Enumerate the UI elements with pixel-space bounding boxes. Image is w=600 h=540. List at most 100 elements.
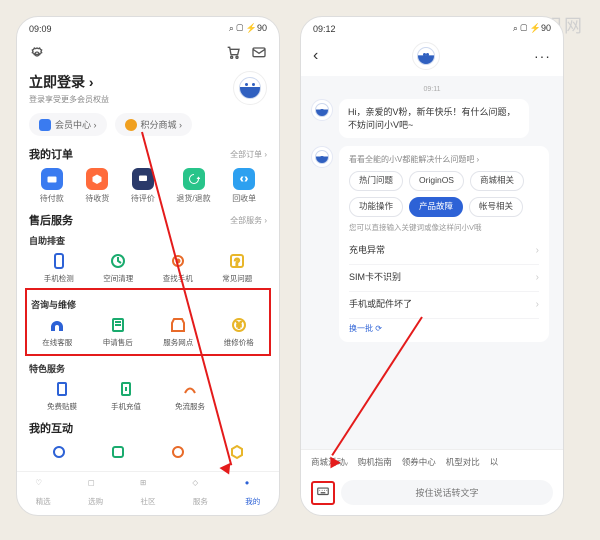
- svc-detect[interactable]: 手机检测: [34, 251, 84, 284]
- card-row: 看看全能的小V都能解决什么问题吧 › 热门问题 OriginOS 商城相关 功能…: [311, 146, 553, 350]
- keyboard-icon: [316, 484, 330, 501]
- chevron-right-icon: ›: [536, 244, 539, 258]
- phone-check-icon: [49, 251, 69, 271]
- svc-film[interactable]: 免费贴膜: [37, 379, 87, 412]
- msg-avatar: [311, 146, 333, 168]
- pill-points[interactable]: 积分商城 ›: [115, 113, 193, 136]
- svc-faq[interactable]: ?常见问题: [212, 251, 262, 284]
- hex-icon: [227, 442, 247, 462]
- chat-icon: [132, 168, 154, 190]
- highlight-consult-repair: 咨询与维修 在线客服 申请售后 服务网点 ¥维修价格: [25, 288, 271, 356]
- bot-avatar: [412, 42, 440, 70]
- heart-icon: ♡: [35, 478, 51, 494]
- int-4[interactable]: [212, 442, 262, 462]
- nav-community[interactable]: ⊞社区: [140, 478, 156, 507]
- chip-account[interactable]: 帐号相关: [469, 197, 523, 217]
- price-icon: ¥: [229, 315, 249, 335]
- chip-fault[interactable]: 产品故障: [409, 197, 463, 217]
- locate-icon: [168, 251, 188, 271]
- bottom-nav: ♡精选 ▢选购 ⊞社区 ◇服务 ●我的: [17, 471, 279, 515]
- nav-featured[interactable]: ♡精选: [35, 478, 51, 507]
- keyboard-button[interactable]: [311, 481, 335, 505]
- back-icon[interactable]: ‹: [313, 47, 318, 65]
- status-right: ⌕ ▢ ⚡90: [513, 23, 551, 34]
- chip-hot[interactable]: 热门问题: [349, 171, 403, 191]
- group1-title: 自助排查: [29, 234, 267, 247]
- chip-mall[interactable]: 商城相关: [470, 171, 524, 191]
- order-pay[interactable]: 待付款: [40, 168, 64, 204]
- headset-icon: [47, 315, 67, 335]
- nav-mine[interactable]: ●我的: [245, 478, 261, 507]
- status-bar: 09:09 ⌕ ▢ ⚡90: [17, 17, 279, 40]
- svc-topup[interactable]: 手机充值: [101, 379, 151, 412]
- store-icon: [168, 315, 188, 335]
- status-time: 09:12: [313, 24, 336, 34]
- more-icon[interactable]: ···: [534, 48, 551, 64]
- int-1[interactable]: [34, 442, 84, 462]
- int-3[interactable]: [153, 442, 203, 462]
- faq-charging[interactable]: 充电异常›: [349, 238, 539, 265]
- message-icon[interactable]: [251, 44, 267, 63]
- faq-refresh[interactable]: 换一批 ⟳: [349, 323, 539, 334]
- nav-service[interactable]: ◇服务: [192, 478, 208, 507]
- status-time: 09:09: [29, 24, 52, 34]
- chat-body: 09:11 Hi，亲爱的V粉，新年快乐！有什么问题，不妨问问小V吧~ 看看全能的…: [301, 76, 563, 449]
- bag-icon: ▢: [88, 478, 104, 494]
- svc-data[interactable]: 免流服务: [165, 379, 215, 412]
- aftersale-all-link[interactable]: 全部服务 ›: [230, 215, 267, 226]
- group3-title: 特色服务: [29, 362, 267, 375]
- faq-sim[interactable]: SIM卡不识别›: [349, 265, 539, 292]
- badge-icon: [108, 442, 128, 462]
- quick-trade[interactable]: 以: [490, 456, 499, 468]
- chip-originos[interactable]: OriginOS: [409, 171, 464, 191]
- svc-online-support[interactable]: 在线客服: [32, 315, 82, 348]
- chip-function[interactable]: 功能操作: [349, 197, 403, 217]
- film-icon: [52, 379, 72, 399]
- int-2[interactable]: [93, 442, 143, 462]
- order-review[interactable]: 待评价: [131, 168, 155, 204]
- shield-icon: ◇: [192, 478, 208, 494]
- msg-avatar: [311, 99, 333, 121]
- star-icon: [49, 442, 69, 462]
- voice-button[interactable]: 按住说话转文字: [341, 480, 553, 505]
- topup-icon: [116, 379, 136, 399]
- order-ship[interactable]: 待收货: [85, 168, 109, 204]
- quick-guide[interactable]: 购机指南: [358, 456, 392, 468]
- nav-shop[interactable]: ▢选购: [88, 478, 104, 507]
- quick-compare[interactable]: 机型对比: [446, 456, 480, 468]
- card-heading[interactable]: 看看全能的小V都能解决什么问题吧 ›: [349, 154, 539, 165]
- aftersale-title: 售后服务: [29, 212, 73, 228]
- box-icon: [86, 168, 108, 190]
- input-row: 按住说话转文字: [301, 474, 563, 515]
- svc-price[interactable]: ¥维修价格: [214, 315, 264, 348]
- login-row[interactable]: 立即登录 › 登录享受更多会员权益: [29, 71, 267, 105]
- svc-store[interactable]: 服务网点: [153, 315, 203, 348]
- interact-title: 我的互动: [29, 420, 73, 436]
- message-row: Hi，亲爱的V粉，新年快乐！有什么问题，不妨问问小V吧~: [311, 99, 553, 138]
- settings-icon[interactable]: [29, 46, 45, 62]
- pill-member[interactable]: 会员中心 ›: [29, 113, 107, 136]
- svc-clean[interactable]: 空间清理: [93, 251, 143, 284]
- chip-row: 热门问题 OriginOS 商城相关 功能操作 产品故障 帐号相关: [349, 171, 539, 217]
- faq-hint: 您可以直接输入关键词或像这样问小V哦: [349, 223, 539, 234]
- profile-content: 立即登录 › 登录享受更多会员权益 会员中心 › 积分商城 › 我的订单 全部订…: [17, 71, 279, 471]
- diamond-icon: [39, 119, 51, 131]
- quick-mall[interactable]: 商城活动ᵥ: [311, 456, 348, 468]
- question-icon: ?: [227, 251, 247, 271]
- login-subtitle: 登录享受更多会员权益: [29, 94, 109, 105]
- options-card: 看看全能的小V都能解决什么问题吧 › 热门问题 OriginOS 商城相关 功能…: [339, 146, 549, 342]
- ring-icon: [168, 442, 188, 462]
- orders-all-link[interactable]: 全部订单 ›: [230, 149, 267, 160]
- faq-broken[interactable]: 手机或配件坏了›: [349, 292, 539, 319]
- order-refund[interactable]: 退货/退款: [176, 168, 210, 204]
- order-recycle[interactable]: 回收单: [232, 168, 256, 204]
- svc-find[interactable]: 查找手机: [153, 251, 203, 284]
- avatar[interactable]: [233, 71, 267, 105]
- time-label: 09:11: [311, 86, 553, 93]
- svc-apply[interactable]: 申请售后: [93, 315, 143, 348]
- order-row: 待付款 待收货 待评价 退货/退款 回收单: [29, 168, 267, 204]
- cart-icon[interactable]: [225, 44, 241, 63]
- svg-text:¥: ¥: [236, 321, 242, 330]
- form-icon: [108, 315, 128, 335]
- quick-coupon[interactable]: 领券中心: [402, 456, 436, 468]
